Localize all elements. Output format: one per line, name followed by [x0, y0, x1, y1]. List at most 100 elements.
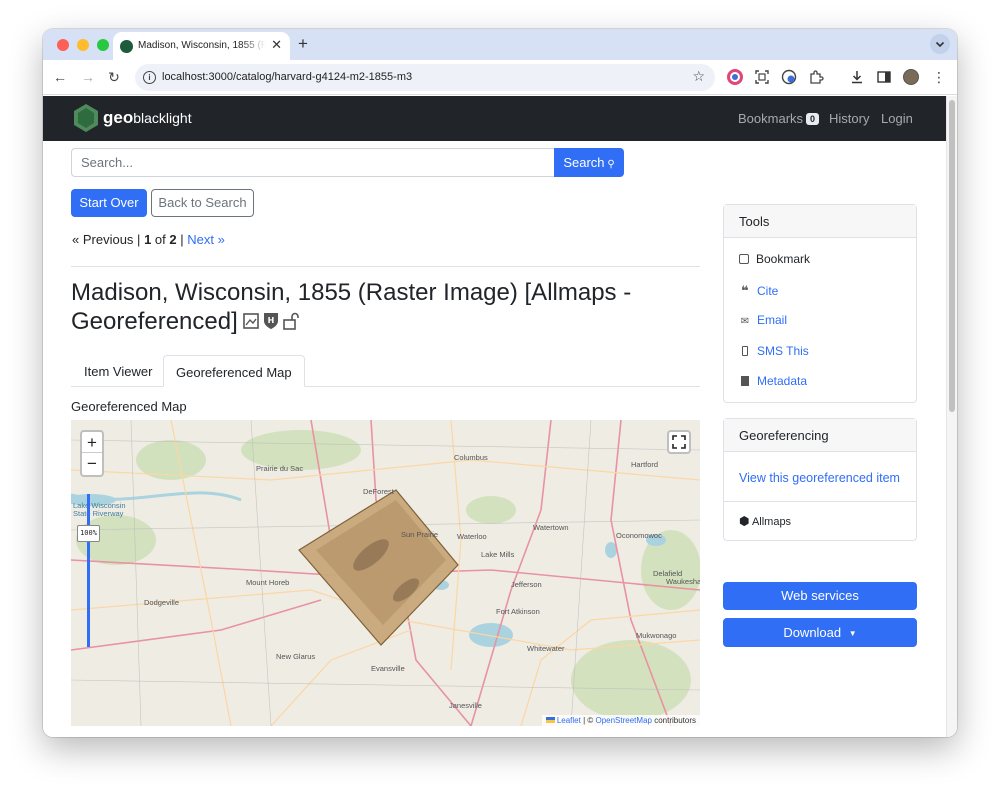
georeferenced-map[interactable]: Prairie du Sac Columbus Hartford DeFores… — [71, 420, 700, 726]
georef-link-row[interactable]: View this georeferenced item — [739, 471, 900, 485]
bookmark-checkbox[interactable] — [739, 254, 749, 264]
sms-tool[interactable]: SMS This — [739, 344, 809, 358]
pager-total: 2 — [169, 232, 177, 247]
minimize-window-button[interactable] — [77, 39, 89, 51]
map-place-label: Janesville — [449, 701, 482, 710]
divider — [71, 266, 700, 267]
tools-header: Tools — [724, 205, 916, 238]
search-button-label: Search — [563, 155, 605, 170]
tools-card: Tools Bookmark ❝ Cite ✉ Email SMS This Met… — [723, 204, 917, 403]
harvard-shield-icon: H — [263, 313, 278, 329]
color-extension-icon[interactable] — [727, 69, 743, 85]
next-link[interactable]: Next » — [187, 232, 225, 247]
pager-separator: | — [137, 232, 141, 247]
web-services-button[interactable]: Web services — [723, 582, 917, 610]
history-link[interactable]: History — [829, 111, 869, 126]
close-tab-icon[interactable]: ✕ — [271, 38, 282, 52]
screenshot-icon[interactable] — [754, 69, 770, 85]
bookmark-star-icon[interactable]: ☆ — [692, 68, 705, 85]
maximize-window-button[interactable] — [97, 39, 109, 51]
bookmarks-label: Bookmarks — [738, 111, 804, 126]
map-place-label: Dodgeville — [144, 598, 180, 607]
scrollbar-thumb[interactable] — [949, 100, 955, 412]
map-place-label: Waukesha — [666, 577, 700, 586]
search-input[interactable] — [71, 148, 555, 177]
leaflet-link[interactable]: Leaflet — [557, 716, 581, 725]
pager-of: of — [154, 232, 166, 247]
pager-current: 1 — [144, 232, 152, 247]
page-title: Madison, Wisconsin, 1855 (Raster Image) … — [71, 278, 691, 338]
view-georeferenced-link[interactable]: View this georeferenced item — [739, 471, 900, 485]
address-bar[interactable]: i localhost:3000/catalog/harvard-g4124-m… — [135, 64, 715, 91]
reload-icon[interactable]: ↻ — [105, 68, 123, 86]
search-button[interactable]: Search ⚲ — [554, 148, 624, 177]
map-place-label: Oconomowoc — [616, 531, 662, 540]
back-to-search-button[interactable]: Back to Search — [151, 189, 254, 217]
bookmarks-link[interactable]: Bookmarks 0 — [738, 111, 820, 126]
side-panel-icon[interactable] — [876, 69, 892, 85]
map-place-label: Lake Mills — [481, 550, 515, 559]
record-title: Madison, Wisconsin, 1855 (Raster Image) … — [71, 279, 632, 335]
bookmarks-count-badge: 0 — [806, 113, 820, 125]
ukraine-flag-icon — [545, 717, 555, 723]
metadata-link[interactable]: Metadata — [757, 374, 807, 388]
cite-link[interactable]: Cite — [757, 284, 778, 298]
pager-separator-2: | — [180, 232, 184, 247]
bookmark-label: Bookmark — [756, 252, 811, 266]
download-icon[interactable] — [849, 69, 865, 85]
download-button[interactable]: Download ▼ — [723, 618, 917, 647]
map-place-label: Lake Wisconsin State Riverway — [73, 501, 126, 518]
opacity-slider[interactable] — [87, 494, 90, 647]
forward-arrow-icon[interactable]: → — [79, 68, 97, 86]
unlocked-icon — [282, 312, 299, 330]
close-window-button[interactable] — [57, 39, 69, 51]
extensions-puzzle-icon[interactable] — [808, 69, 824, 85]
map-place-label: Evansville — [371, 664, 405, 673]
phone-icon — [739, 346, 751, 358]
tab-item-viewer[interactable]: Item Viewer — [72, 355, 164, 387]
map-place-label: Sun Prairie — [401, 530, 439, 539]
tab-georeferenced-map[interactable]: Georeferenced Map — [163, 355, 305, 387]
tab-search-button[interactable] — [930, 34, 950, 54]
bookmark-tool[interactable]: Bookmark — [739, 252, 810, 266]
new-tab-button[interactable]: + — [298, 34, 308, 54]
url-text[interactable]: localhost:3000/catalog/harvard-g4124-m2-… — [162, 71, 412, 83]
zoom-control: + − — [80, 430, 104, 477]
download-label: Download — [783, 625, 842, 640]
geoblacklight-logo-icon[interactable] — [71, 103, 101, 133]
site-logo-text[interactable]: geoblacklight — [103, 108, 192, 128]
zoom-out-button[interactable]: − — [82, 453, 102, 474]
metadata-tool[interactable]: Metadata — [739, 374, 807, 388]
start-over-button[interactable]: Start Over — [71, 189, 147, 217]
title-icons: H — [242, 309, 304, 338]
profile-avatar[interactable] — [903, 69, 919, 85]
site-info-icon[interactable]: i — [143, 71, 156, 84]
map-place-label: Jefferson — [511, 580, 542, 589]
quote-icon: ❝ — [741, 283, 749, 298]
raster-image-icon — [242, 313, 259, 329]
sms-link[interactable]: SMS This — [757, 344, 809, 358]
map-place-label: Fort Atkinson — [496, 607, 540, 616]
browser-tab[interactable]: Madison, Wisconsin, 1855 (Raster Image) … — [113, 32, 290, 60]
osm-link[interactable]: OpenStreetMap — [595, 716, 651, 725]
map-place-label: Prairie du Sac — [256, 464, 304, 473]
opacity-slider-handle[interactable]: 100% — [77, 525, 100, 542]
map-place-label: Whitewater — [527, 644, 565, 653]
email-tool[interactable]: ✉ Email — [739, 313, 787, 327]
cite-tool[interactable]: ❝ Cite — [739, 283, 778, 299]
fullscreen-button[interactable] — [667, 430, 691, 454]
zoom-in-button[interactable]: + — [82, 432, 102, 453]
login-link[interactable]: Login — [881, 111, 913, 126]
browser-menu-icon[interactable]: ⋮ — [930, 68, 948, 86]
accessibility-extension-icon[interactable] — [781, 69, 797, 85]
map-place-label: DeForest — [363, 487, 394, 496]
email-link[interactable]: Email — [757, 313, 787, 327]
page-scrollbar[interactable] — [946, 96, 957, 737]
previous-label: « Previous — [72, 232, 134, 247]
site-navbar: geoblacklight Bookmarks 0 History Login — [43, 96, 946, 141]
map-place-label: Mukwonago — [636, 631, 677, 640]
map-heading: Georeferenced Map — [71, 399, 187, 414]
browser-window: Madison, Wisconsin, 1855 (Raster Image) … — [43, 29, 957, 737]
back-arrow-icon[interactable]: ← — [51, 68, 69, 86]
georeferencing-header: Georeferencing — [724, 419, 916, 452]
